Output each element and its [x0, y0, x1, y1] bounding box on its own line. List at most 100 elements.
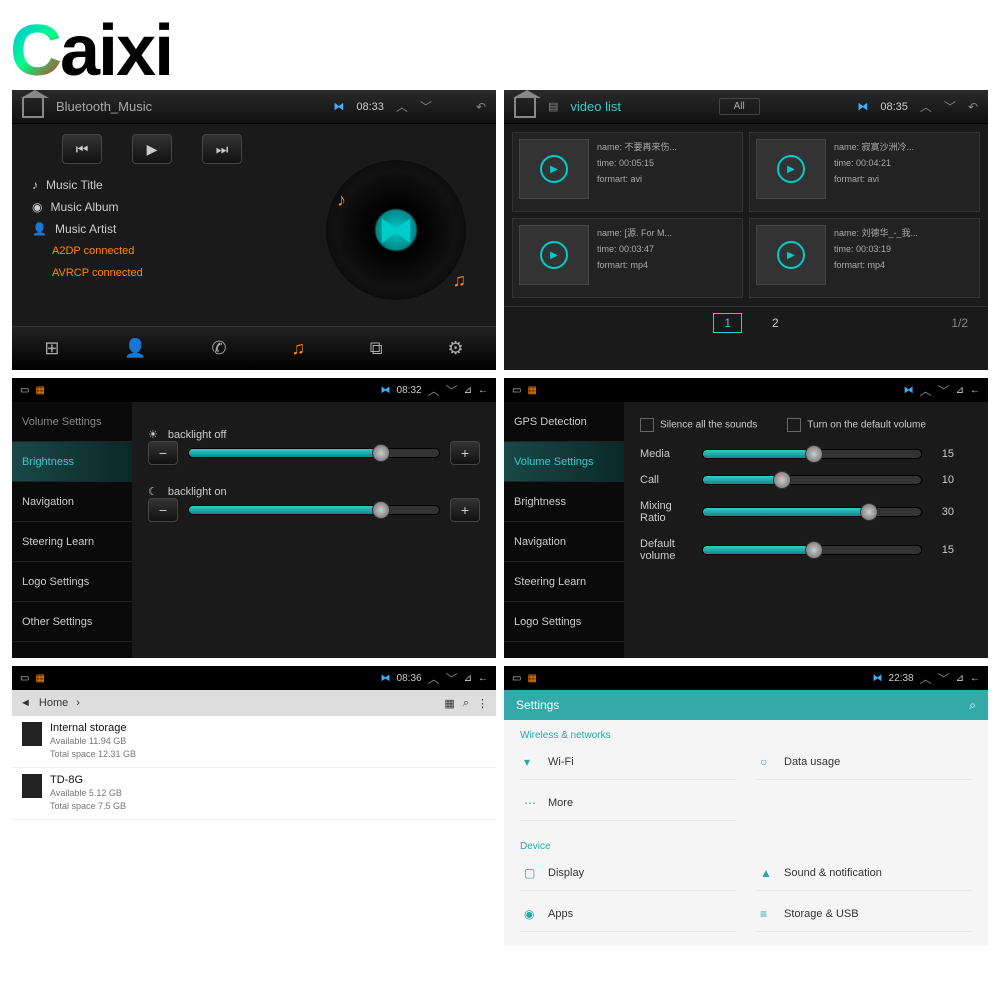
sidebar-item-steering[interactable]: Steering Learn [12, 522, 132, 562]
down-icon[interactable]: ﹀ [938, 670, 950, 687]
storage-total: Total space 12.31 GB [50, 748, 136, 761]
up-icon[interactable]: ︿ [428, 670, 440, 687]
settings-icon[interactable]: ⚙ [447, 338, 463, 359]
play-icon: ▶ [777, 155, 805, 183]
home-icon[interactable] [514, 96, 536, 118]
panel-settings: ▭ ▦ ⧓ 22:38 ︿ ﹀ ⊿ ← Settings⌕ Wireless &… [504, 666, 988, 946]
sidebar-item-brightness[interactable]: Brightness [504, 482, 624, 522]
video-item[interactable]: ▶ name: 不要再来伤...time: 00:05:15formart: a… [512, 132, 743, 212]
sidebar-item-steering[interactable]: Steering Learn [504, 562, 624, 602]
minus-button[interactable]: − [148, 498, 178, 522]
track-title: Music Title [46, 174, 103, 196]
sidebar-item-gps[interactable]: GPS Detection [504, 402, 624, 442]
bluetooth-icon: ⧓ [873, 673, 883, 684]
video-item[interactable]: ▶ name: [源. For M...time: 00:03:47formar… [512, 218, 743, 298]
up-icon[interactable]: ︿ [428, 382, 440, 399]
panel-files: ▭ ▦ ⧓ 08:36 ︿ ﹀ ⊿ ← ◄ Home › ▦ ⌕ ⋮ Inter… [12, 666, 496, 946]
back-icon[interactable]: ← [478, 673, 488, 684]
back-icon[interactable]: ← [478, 385, 488, 396]
status-time: 08:35 [880, 101, 908, 113]
wifi-icon: ⊿ [956, 673, 964, 684]
storage-available: Available 11.94 GB [50, 735, 136, 748]
sidebar-item-other[interactable]: Other Settings [12, 602, 132, 642]
vol-slider[interactable] [702, 449, 922, 459]
dash-icon: ▭ [20, 385, 29, 396]
back-icon[interactable]: ↶ [968, 100, 978, 114]
up-icon[interactable]: ︿ [920, 382, 932, 399]
vol-slider[interactable] [702, 507, 922, 517]
default-vol-checkbox[interactable] [787, 418, 801, 432]
music-tab-icon[interactable]: ♫ [291, 338, 305, 359]
keypad-icon[interactable]: ⊞ [44, 338, 59, 359]
plus-button[interactable]: + [450, 498, 480, 522]
panel-volume: ▭ ▦ ⧓ ︿ ﹀ ⊿ ← GPS Detection Volume Setti… [504, 378, 988, 658]
link-icon[interactable]: ⧉ [370, 338, 383, 359]
breadcrumb-home[interactable]: Home [39, 697, 68, 709]
back-button[interactable]: ◄ [20, 697, 31, 709]
up-icon[interactable]: ︿ [920, 98, 932, 115]
settings-item[interactable]: ▾Wi-Fi [520, 745, 736, 780]
storage-available: Available 5.12 GB [50, 787, 126, 800]
page-1[interactable]: 1 [713, 313, 742, 333]
sidebar-item-navigation[interactable]: Navigation [12, 482, 132, 522]
sidebar-item-brightness[interactable]: Brightness [12, 442, 132, 482]
plus-button[interactable]: + [450, 441, 480, 465]
brightness-off-slider[interactable] [188, 448, 440, 458]
menu-icon[interactable]: ⋮ [477, 697, 488, 710]
screen-title: video list [570, 99, 621, 114]
settings-item[interactable]: ≡Storage & USB [756, 897, 972, 932]
sidebar-item-navigation[interactable]: Navigation [504, 522, 624, 562]
prev-button[interactable]: ⏮ [62, 134, 102, 164]
contacts-icon[interactable]: 👤 [124, 338, 146, 359]
view-icon[interactable]: ▦ [444, 697, 454, 710]
sidebar-item-logo[interactable]: Logo Settings [12, 562, 132, 602]
wifi-icon: ⊿ [464, 673, 472, 684]
sidebar-item-volume[interactable]: Volume Settings [504, 442, 624, 482]
filter-all[interactable]: All [719, 98, 760, 115]
app-icon: ▦ [527, 673, 536, 684]
search-icon[interactable]: ⌕ [463, 697, 469, 710]
wifi-icon: ⊿ [464, 385, 472, 396]
up-icon[interactable]: ︿ [920, 670, 932, 687]
silence-checkbox[interactable] [640, 418, 654, 432]
storage-icon [22, 722, 42, 746]
play-button[interactable]: ▶ [132, 134, 172, 164]
down-icon[interactable]: ﹀ [420, 98, 432, 115]
minus-button[interactable]: − [148, 441, 178, 465]
brightness-on-slider[interactable] [188, 505, 440, 515]
storage-item[interactable]: TD-8GAvailable 5.12 GBTotal space 7.5 GB [12, 768, 496, 820]
down-icon[interactable]: ﹀ [446, 382, 458, 399]
back-icon[interactable]: ← [970, 673, 980, 684]
vol-slider[interactable] [702, 545, 922, 555]
next-button[interactable]: ⏭ [202, 134, 242, 164]
video-time: time: 00:03:19 [834, 241, 973, 257]
back-icon[interactable]: ↶ [476, 100, 486, 114]
default-vol-label: Turn on the default volume [807, 420, 926, 431]
album-disc: ⧓ [326, 160, 466, 300]
call-icon[interactable]: ✆ [212, 338, 227, 359]
settings-item[interactable]: ▲Sound & notification [756, 856, 972, 891]
search-icon[interactable]: ⌕ [969, 698, 976, 713]
video-thumbnail: ▶ [756, 225, 826, 285]
vol-value: 15 [934, 448, 954, 460]
video-item[interactable]: ▶ name: 刘德华_-_我...time: 00:03:19formart:… [749, 218, 980, 298]
down-icon[interactable]: ﹀ [938, 382, 950, 399]
settings-item[interactable]: ◉Apps [520, 897, 736, 932]
up-icon[interactable]: ︿ [396, 98, 408, 115]
brand-logo: Caixi [10, 10, 172, 92]
home-icon[interactable] [22, 96, 44, 118]
page-2[interactable]: 2 [772, 316, 779, 330]
video-item[interactable]: ▶ name: 寂寞沙洲冷...time: 00:04:21formart: a… [749, 132, 980, 212]
settings-item[interactable]: ⋯More [520, 786, 736, 821]
vol-slider[interactable] [702, 475, 922, 485]
settings-item[interactable]: ▢Display [520, 856, 736, 891]
sidebar-item-logo[interactable]: Logo Settings [504, 602, 624, 642]
sd-icon[interactable]: ▤ [548, 100, 558, 113]
settings-item-label: Sound & notification [784, 867, 882, 879]
back-icon[interactable]: ← [970, 385, 980, 396]
down-icon[interactable]: ﹀ [446, 670, 458, 687]
settings-item[interactable]: ○Data usage [756, 745, 972, 780]
down-icon[interactable]: ﹀ [944, 98, 956, 115]
artist-icon: 👤 [32, 218, 47, 240]
storage-item[interactable]: Internal storageAvailable 11.94 GBTotal … [12, 716, 496, 768]
